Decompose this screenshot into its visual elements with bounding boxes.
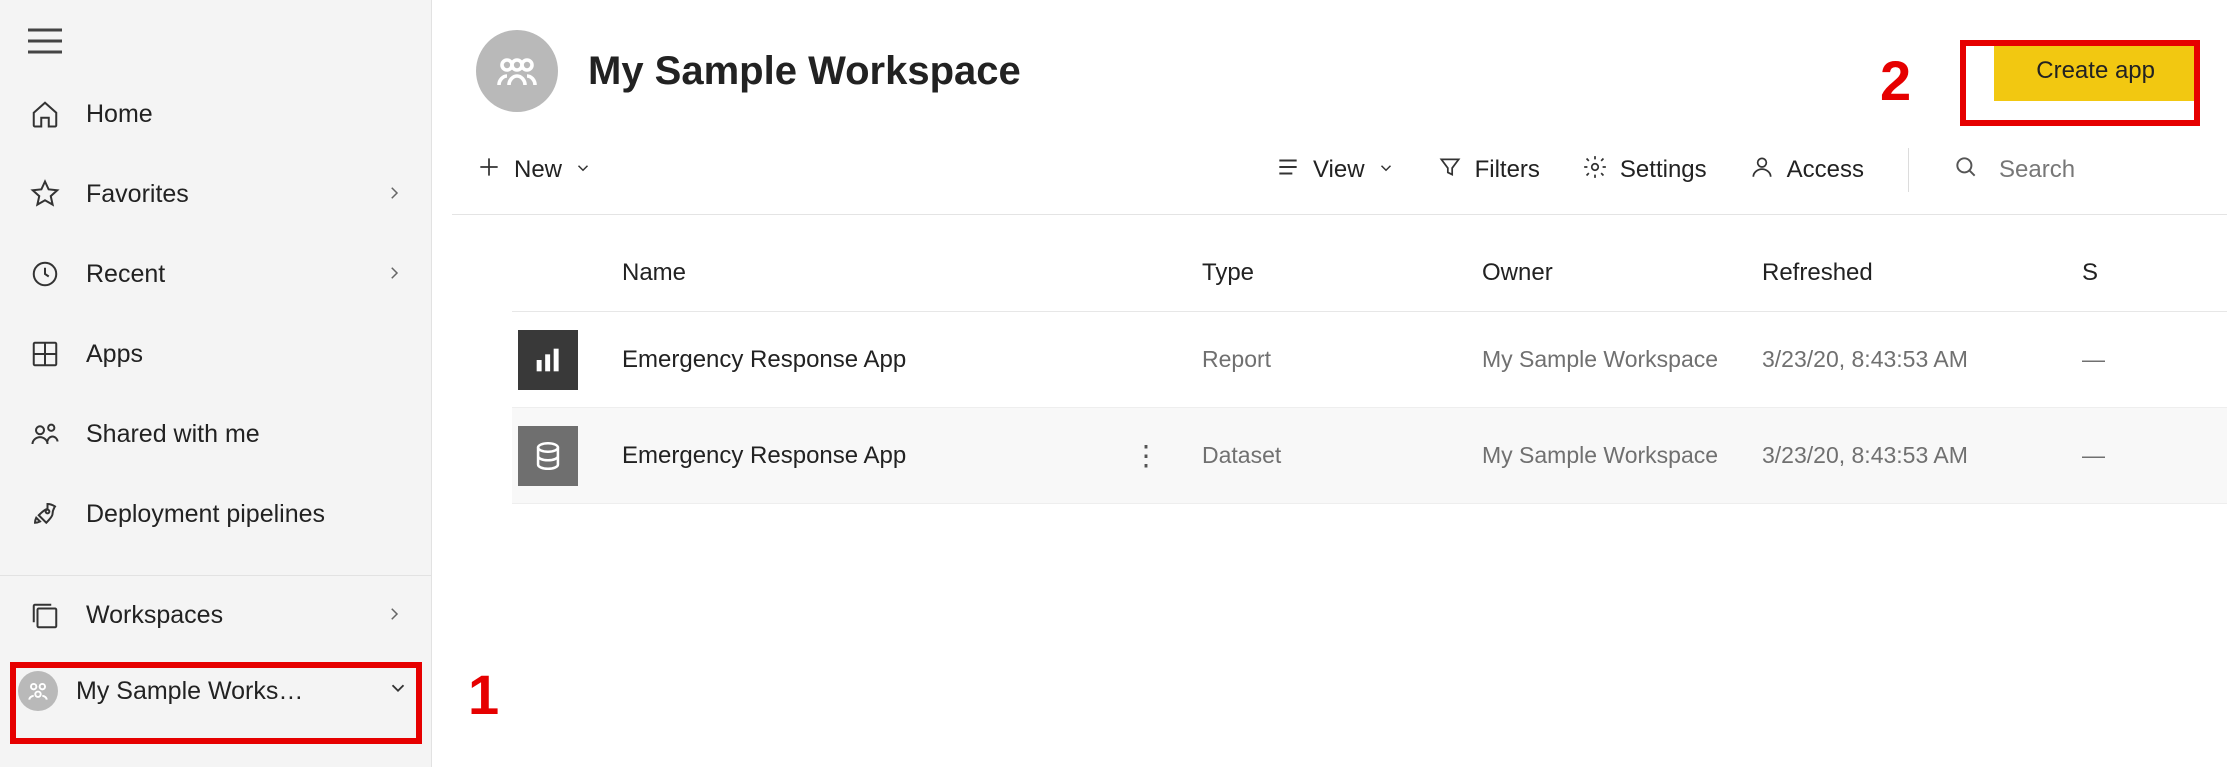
access-button[interactable]: Access [1749,154,1864,187]
gear-icon [1582,154,1608,187]
nav-deployment-pipelines[interactable]: Deployment pipelines [0,474,431,554]
plus-icon [476,154,502,187]
search-box[interactable] [1953,154,2197,187]
workspaces-icon [28,601,62,631]
chevron-down-icon [574,156,592,184]
workspace-avatar-large-icon [476,30,558,112]
current-workspace-selector[interactable]: My Sample Works… [0,655,431,727]
col-header-refreshed[interactable]: Refreshed [1762,259,2082,287]
report-icon [518,330,578,390]
chevron-right-icon [385,260,403,289]
rocket-icon [28,499,62,529]
person-icon [1749,154,1775,187]
toolbar-label: Filters [1475,156,1540,184]
filters-button[interactable]: Filters [1437,154,1540,187]
item-owner: My Sample Workspace [1482,346,1762,373]
nav-shared-with-me[interactable]: Shared with me [0,394,431,474]
nav-home[interactable]: Home [0,74,431,154]
nav-apps[interactable]: Apps [0,314,431,394]
filter-icon [1437,154,1463,187]
dataset-icon [518,426,578,486]
table-row[interactable]: Emergency Response App ⋮ Dataset My Samp… [512,408,2227,504]
chevron-right-icon [385,180,403,209]
sidebar: Home Favorites Recent [0,0,432,767]
hamburger-menu[interactable] [0,0,431,74]
item-name: Emergency Response App [622,346,906,374]
nav-label: Apps [86,340,143,369]
chevron-right-icon [385,601,403,630]
app-root: Home Favorites Recent [0,0,2227,767]
more-options-button[interactable]: ⋮ [1132,439,1162,472]
workspace-avatar-icon [18,671,58,711]
item-type: Dataset [1202,442,1482,469]
toolbar-label: View [1313,156,1365,184]
search-input[interactable] [1997,155,2197,185]
nav-label: Deployment pipelines [86,500,325,529]
table-header-row: Name Type Owner Refreshed S [512,245,2227,312]
view-button[interactable]: View [1275,154,1395,187]
table-row[interactable]: Emergency Response App Report My Sample … [512,312,2227,408]
nav-label: Favorites [86,180,189,209]
nav-bottom: Workspaces My Sample Works… [0,575,431,767]
current-workspace-label: My Sample Works… [76,677,303,706]
item-name: Emergency Response App [622,442,906,470]
item-refreshed: 3/23/20, 8:43:53 AM [1762,346,2082,373]
toolbar-label: New [514,156,562,184]
workspace-header: My Sample Workspace Create app [452,0,2227,132]
item-sensitivity: — [2082,346,2222,373]
toolbar: New View Filters [452,132,2227,215]
hamburger-icon [28,28,407,54]
nav-label: Home [86,100,153,129]
toolbar-label: Access [1787,156,1864,184]
main-panel: My Sample Workspace Create app New View [432,0,2227,767]
col-header-sensitivity[interactable]: S [2082,259,2222,287]
item-type: Report [1202,346,1482,373]
nav-workspaces[interactable]: Workspaces [0,575,431,655]
workspace-title: My Sample Workspace [588,49,1021,94]
view-icon [1275,154,1301,187]
apps-icon [28,339,62,369]
item-owner: My Sample Workspace [1482,442,1762,469]
new-button[interactable]: New [476,154,592,187]
toolbar-divider [1908,148,1909,192]
nav-label: Workspaces [86,601,223,630]
nav-primary: Home Favorites Recent [0,74,431,554]
col-header-name[interactable]: Name [622,259,1202,287]
nav-recent[interactable]: Recent [0,234,431,314]
item-refreshed: 3/23/20, 8:43:53 AM [1762,442,2082,469]
clock-icon [28,259,62,289]
star-icon [28,179,62,209]
nav-label: Shared with me [86,420,260,449]
col-header-owner[interactable]: Owner [1482,259,1762,287]
nav-favorites[interactable]: Favorites [0,154,431,234]
item-sensitivity: — [2082,442,2222,469]
chevron-down-icon [387,677,409,706]
settings-button[interactable]: Settings [1582,154,1707,187]
nav-label: Recent [86,260,165,289]
chevron-down-icon [1377,156,1395,184]
content-table: Name Type Owner Refreshed S Emergency Re… [512,245,2227,504]
search-icon [1953,154,1979,187]
shared-icon [28,419,62,449]
create-app-button[interactable]: Create app [1994,41,2197,101]
col-header-type[interactable]: Type [1202,259,1482,287]
home-icon [28,99,62,129]
toolbar-label: Settings [1620,156,1707,184]
